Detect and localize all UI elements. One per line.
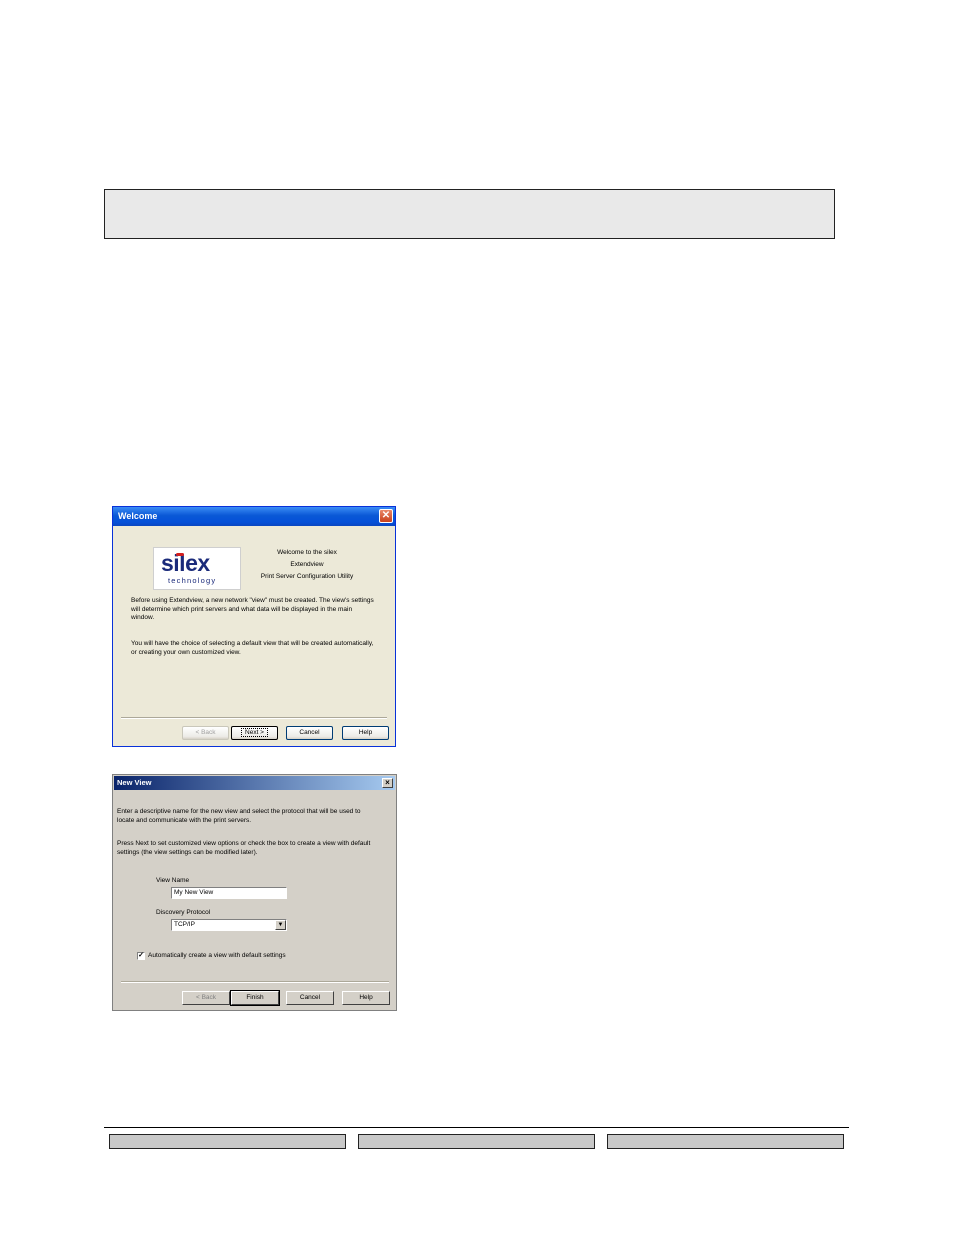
new-view-title: New View <box>117 778 152 787</box>
logo-brand: silex <box>161 550 210 576</box>
welcome-paragraph-1: Before using Extendview, a new network "… <box>131 597 374 621</box>
view-name-input[interactable]: My New View <box>171 887 287 899</box>
new-view-intro-2: Press Next to set customized view option… <box>117 840 371 856</box>
finish-button[interactable]: Finish <box>230 990 280 1006</box>
auto-create-checkbox[interactable]: ✓ <box>137 952 145 960</box>
new-view-titlebar[interactable]: New View × <box>114 776 395 790</box>
view-name-label: View Name <box>156 877 190 884</box>
silex-logo: silex technology <box>153 547 241 590</box>
next-button[interactable]: Next > <box>231 726 278 740</box>
welcome-titlebar[interactable]: Welcome ✕ <box>113 507 395 526</box>
new-view-separator <box>121 981 389 983</box>
close-icon[interactable]: × <box>382 778 393 788</box>
protocol-label: Discovery Protocol <box>156 909 211 916</box>
welcome-title: Welcome <box>118 511 158 521</box>
welcome-separator <box>121 717 387 719</box>
protocol-value: TCP/IP <box>174 921 195 928</box>
back-button[interactable]: < Back <box>182 991 230 1005</box>
footer-cell-right <box>607 1134 844 1149</box>
new-view-dialog: New View × Enter a descriptive name for … <box>112 774 397 1011</box>
welcome-paragraph-2: You will have the choice of selecting a … <box>131 640 374 656</box>
welcome-heading-line-1: Welcome to the silex <box>277 549 337 556</box>
cancel-button[interactable]: Cancel <box>286 726 333 740</box>
auto-create-label: Automatically create a view with default… <box>148 952 286 959</box>
logo-subtitle: technology <box>168 576 217 585</box>
note-box <box>104 189 835 239</box>
help-button[interactable]: Help <box>342 991 390 1005</box>
cancel-button[interactable]: Cancel <box>286 991 334 1005</box>
help-button[interactable]: Help <box>342 726 389 740</box>
welcome-heading-line-3: Print Server Configuration Utility <box>260 573 354 580</box>
next-button-label: Next > <box>241 728 268 737</box>
welcome-dialog: Welcome ✕ silex technology Welcome to th… <box>112 506 396 747</box>
new-view-intro-1: Enter a descriptive name for the new vie… <box>117 808 361 824</box>
footer-rule <box>104 1127 849 1128</box>
close-icon[interactable]: ✕ <box>379 509 393 523</box>
protocol-select[interactable]: TCP/IP ▼ <box>171 919 287 931</box>
footer-cell-center <box>358 1134 595 1149</box>
footer-cell-left <box>109 1134 346 1149</box>
welcome-heading-line-2: Extendview <box>290 561 324 568</box>
logo-dot <box>176 553 184 556</box>
chevron-down-icon[interactable]: ▼ <box>275 920 286 930</box>
back-button[interactable]: < Back <box>182 726 229 740</box>
